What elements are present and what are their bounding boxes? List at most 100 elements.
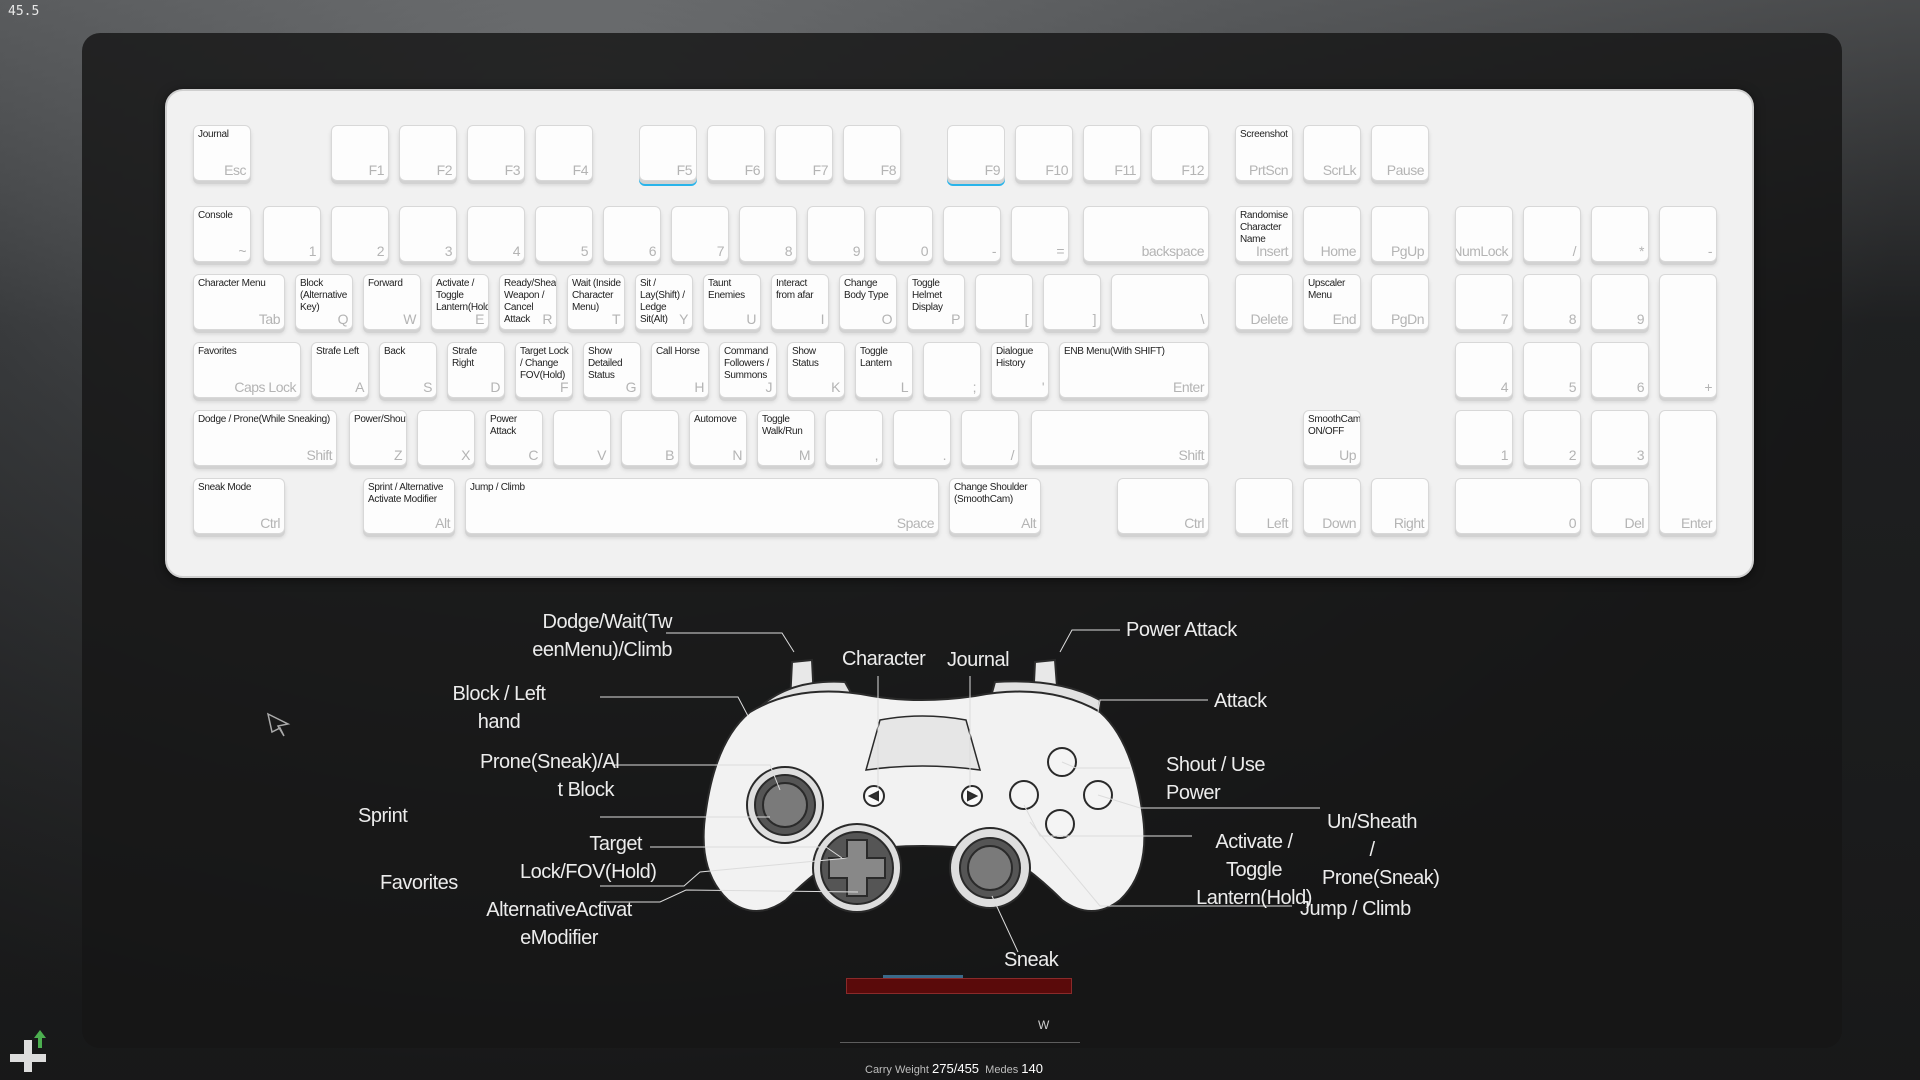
gold-value: 140 bbox=[1021, 1061, 1043, 1076]
key-tab: Character Menu Tab bbox=[193, 274, 285, 330]
label-prone-alt-block: Prone(Sneak)/Al t Block bbox=[480, 751, 620, 801]
key-sym: . bbox=[893, 410, 951, 466]
key-g: Show Detailed Status G bbox=[583, 342, 641, 398]
key-z: Power/Shout Z bbox=[349, 410, 407, 466]
key-insert: Randomise Character Name Insert bbox=[1235, 206, 1293, 262]
key-cap-label: F7 bbox=[812, 162, 829, 178]
key-cap-label: Ctrl bbox=[260, 515, 280, 531]
key-action-label: Power/Shout bbox=[354, 414, 407, 425]
key-action-label: Show Detailed Status bbox=[588, 346, 623, 381]
key-cap-label: 0 bbox=[920, 243, 929, 259]
key-cap-label: Enter bbox=[1681, 515, 1712, 531]
key-numlock: NumLock bbox=[1455, 206, 1513, 262]
key-cap-label: 7 bbox=[1500, 311, 1509, 327]
key-numpad-4: 4 bbox=[1455, 342, 1513, 398]
key-action-label: Taunt Enemies bbox=[708, 278, 745, 301]
key-cap-label: PgUp bbox=[1390, 243, 1425, 259]
key-f: Target Lock / Change FOV(Hold) F bbox=[515, 342, 573, 398]
key-action-label: Jump / Climb bbox=[470, 482, 525, 493]
key-numpad-3: 3 bbox=[1591, 410, 1649, 466]
key-m: Toggle Walk/Run M bbox=[757, 410, 815, 466]
key-sym: [ bbox=[975, 274, 1033, 330]
key-cap-label: . bbox=[942, 447, 947, 463]
key-cap-label: Caps Lock bbox=[234, 379, 296, 395]
key-capslock: Favorites Caps Lock bbox=[193, 342, 301, 398]
key-cap-label: 6 bbox=[1636, 379, 1645, 395]
key-action-label: Dodge / Prone(While Sneaking) bbox=[198, 414, 330, 425]
key-u: Taunt Enemies U bbox=[703, 274, 761, 330]
key-right-shift: Shift bbox=[1031, 410, 1209, 466]
magicka-bar bbox=[883, 975, 963, 978]
key-f1: F1 bbox=[331, 125, 389, 181]
label-block: Block / Left hand bbox=[452, 683, 546, 733]
key-c: Power Attack C bbox=[485, 410, 543, 466]
key-cap-label: + bbox=[1704, 379, 1712, 395]
key-action-label: Wait (Inside Character Menu) bbox=[572, 278, 621, 313]
key-numpad-star: * bbox=[1591, 206, 1649, 262]
key-cap-label: Q bbox=[337, 311, 349, 327]
key-numpad-1: 1 bbox=[1455, 410, 1513, 466]
label-favorites: Favorites bbox=[380, 872, 458, 894]
key-cap-label: F bbox=[559, 379, 569, 395]
key-cap-label: F3 bbox=[504, 162, 521, 178]
key-sym: ; bbox=[923, 342, 981, 398]
key-pgdn: PgDn bbox=[1371, 274, 1429, 330]
compass-direction: W bbox=[1038, 1018, 1050, 1032]
cursor-icon bbox=[266, 712, 291, 737]
key-cap-label: Insert bbox=[1255, 243, 1289, 259]
key-cap-label: \ bbox=[1200, 311, 1205, 327]
key-cap-label: NumLock bbox=[1455, 243, 1508, 259]
gamepad-icon bbox=[702, 658, 1146, 913]
key-sym: ] bbox=[1043, 274, 1101, 330]
key-backspace: backspace bbox=[1083, 206, 1209, 262]
key-pause: Pause bbox=[1371, 125, 1429, 181]
key-f11: F11 bbox=[1083, 125, 1141, 181]
key-action-label: Call Horse bbox=[656, 346, 700, 357]
key-home: Home bbox=[1303, 206, 1361, 262]
key-j: Command Followers / Summons J bbox=[719, 342, 777, 398]
key-cap-label: B bbox=[665, 447, 674, 463]
key-cap-label: Up bbox=[1339, 447, 1356, 463]
key-action-label: Character Menu bbox=[198, 278, 266, 289]
key-numpad-del: Del bbox=[1591, 478, 1649, 534]
key-left-alt: Sprint / Alternative Activate Modifier Al… bbox=[363, 478, 455, 534]
key-esc: Journal Esc bbox=[193, 125, 251, 181]
key-v: V bbox=[553, 410, 611, 466]
key-backslash: \ bbox=[1111, 274, 1209, 330]
key-numpad-9: 9 bbox=[1591, 274, 1649, 330]
label-unsheath: Un/Sheath / Prone(Sneak) bbox=[1322, 811, 1440, 889]
key-cap-label: Space bbox=[896, 515, 935, 531]
key-numpad-0: 0 bbox=[1455, 478, 1581, 534]
key-left-ctrl: Sneak Mode Ctrl bbox=[193, 478, 285, 534]
key-cap-label: Y bbox=[679, 311, 688, 327]
key-cap-label: Down bbox=[1322, 515, 1356, 531]
key-cap-label: L bbox=[900, 379, 909, 395]
key-cap-label: ScrLk bbox=[1322, 162, 1357, 178]
key-cap-label: * bbox=[1639, 243, 1644, 259]
key-l: Toggle Lantern L bbox=[855, 342, 913, 398]
key-cap-label: 1 bbox=[308, 243, 317, 259]
key-numpad-slash: / bbox=[1523, 206, 1581, 262]
key-b: B bbox=[621, 410, 679, 466]
key-cap-label: PrtScn bbox=[1248, 162, 1289, 178]
key-cap-label: T bbox=[611, 311, 621, 327]
key-sym: = bbox=[1011, 206, 1069, 262]
key-cap-label: X bbox=[461, 447, 470, 463]
key-cap-label: F4 bbox=[572, 162, 589, 178]
key-s: Back S bbox=[379, 342, 437, 398]
key-end: Upscaler Menu End bbox=[1303, 274, 1361, 330]
key-cap-label: Shift bbox=[1178, 447, 1204, 463]
key-cap-label: Tab bbox=[258, 311, 281, 327]
carry-weight-label: Carry Weight bbox=[865, 1064, 929, 1076]
label-target-lock: Target Lock/FOV(Hold) bbox=[520, 833, 657, 883]
key-f7: F7 bbox=[775, 125, 833, 181]
key-cap-label: , bbox=[874, 447, 879, 463]
key-cap-label: Del bbox=[1624, 515, 1644, 531]
key-cap-label: Pause bbox=[1386, 162, 1425, 178]
key-cap-label: End bbox=[1332, 311, 1357, 327]
key-k: Show Status K bbox=[787, 342, 845, 398]
key-cap-label: PgDn bbox=[1390, 311, 1425, 327]
key-f10: F10 bbox=[1015, 125, 1073, 181]
key-cap-label: C bbox=[528, 447, 538, 463]
key-sym: Dialogue History ' bbox=[991, 342, 1049, 398]
